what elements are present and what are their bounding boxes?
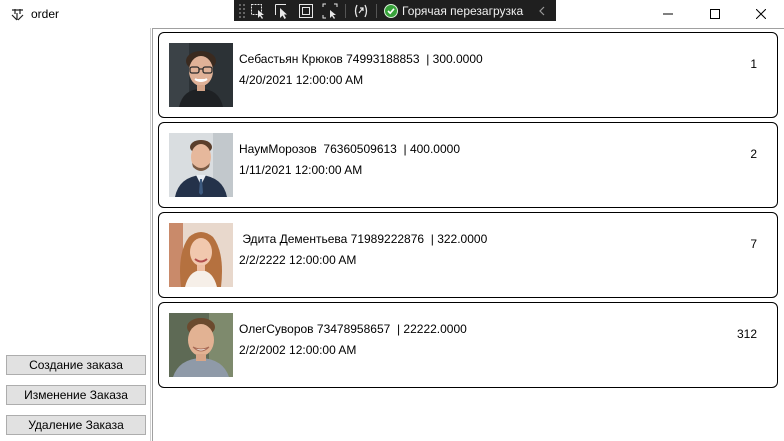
order-line1: Себастьян Крюков 74993188853 | 300.0000 [239, 52, 483, 66]
order-line1: НаумМорозов 76360509613 | 400.0000 [239, 142, 461, 156]
order-card[interactable]: Себастьян Крюков 74993188853 | 300.0000 … [158, 32, 778, 118]
track-focus-button[interactable] [318, 0, 342, 21]
avatar-man-suit [169, 133, 233, 197]
binding-icon [354, 4, 368, 17]
track-focus-icon [322, 3, 338, 19]
collapse-toolbar-button[interactable] [535, 0, 549, 21]
create-order-button[interactable]: Создание заказа [6, 355, 146, 375]
select-element-icon [251, 3, 264, 19]
order-card[interactable]: Эдита Дементьева 71989222876 | 322.0000 … [158, 212, 778, 298]
select-element-button[interactable] [246, 0, 270, 21]
edit-order-button[interactable]: Изменение Заказа [6, 385, 146, 405]
check-icon [384, 3, 398, 18]
display-layout-button[interactable] [294, 0, 318, 21]
avatar-woman [169, 223, 233, 287]
order-number: 7 [750, 237, 757, 251]
order-line1: ОлегСуворов 73478958657 | 22222.0000 [239, 322, 467, 336]
order-number: 312 [736, 327, 757, 341]
order-card[interactable]: НаумМорозов 76360509613 | 400.0000 1/11/… [158, 122, 778, 208]
display-layout-icon [299, 3, 313, 18]
order-date: 2/2/2222 12:00:00 AM [239, 253, 357, 267]
pointer-icon [275, 3, 287, 19]
close-icon [756, 9, 766, 19]
toolbar-separator [345, 3, 346, 18]
hot-reload-label[interactable]: Горячая перезагрузка [402, 4, 523, 18]
order-date: 4/20/2021 12:00:00 AM [239, 73, 364, 87]
minimize-button[interactable] [645, 0, 691, 28]
order-date: 2/2/2002 12:00:00 AM [239, 343, 357, 357]
app-icon [11, 9, 24, 21]
order-number: 2 [750, 147, 757, 161]
chevron-left-icon [539, 6, 545, 15]
order-date: 1/11/2021 12:00:00 AM [239, 163, 363, 177]
avatar-man-smiling [169, 313, 233, 377]
order-number: 1 [750, 57, 757, 71]
maximize-button[interactable] [692, 0, 738, 28]
maximize-icon [710, 9, 720, 19]
delete-order-button[interactable]: Удаление Заказа [6, 415, 146, 435]
debug-toolbar: Горячая перезагрузка [234, 0, 556, 21]
toolbar-separator [376, 3, 377, 18]
close-button[interactable] [738, 0, 784, 28]
order-line1: Эдита Дементьева 71989222876 | 322.0000 [239, 232, 488, 246]
sidebar-divider [150, 28, 151, 441]
minimize-icon [663, 13, 673, 15]
toolbar-grip[interactable] [238, 3, 246, 18]
binding-failures-button[interactable] [349, 0, 373, 21]
avatar-man-glasses [169, 43, 233, 107]
window-title: order [31, 7, 60, 21]
order-card[interactable]: ОлегСуворов 73478958657 | 22222.0000 2/2… [158, 302, 778, 388]
pointer-button[interactable] [270, 0, 294, 21]
